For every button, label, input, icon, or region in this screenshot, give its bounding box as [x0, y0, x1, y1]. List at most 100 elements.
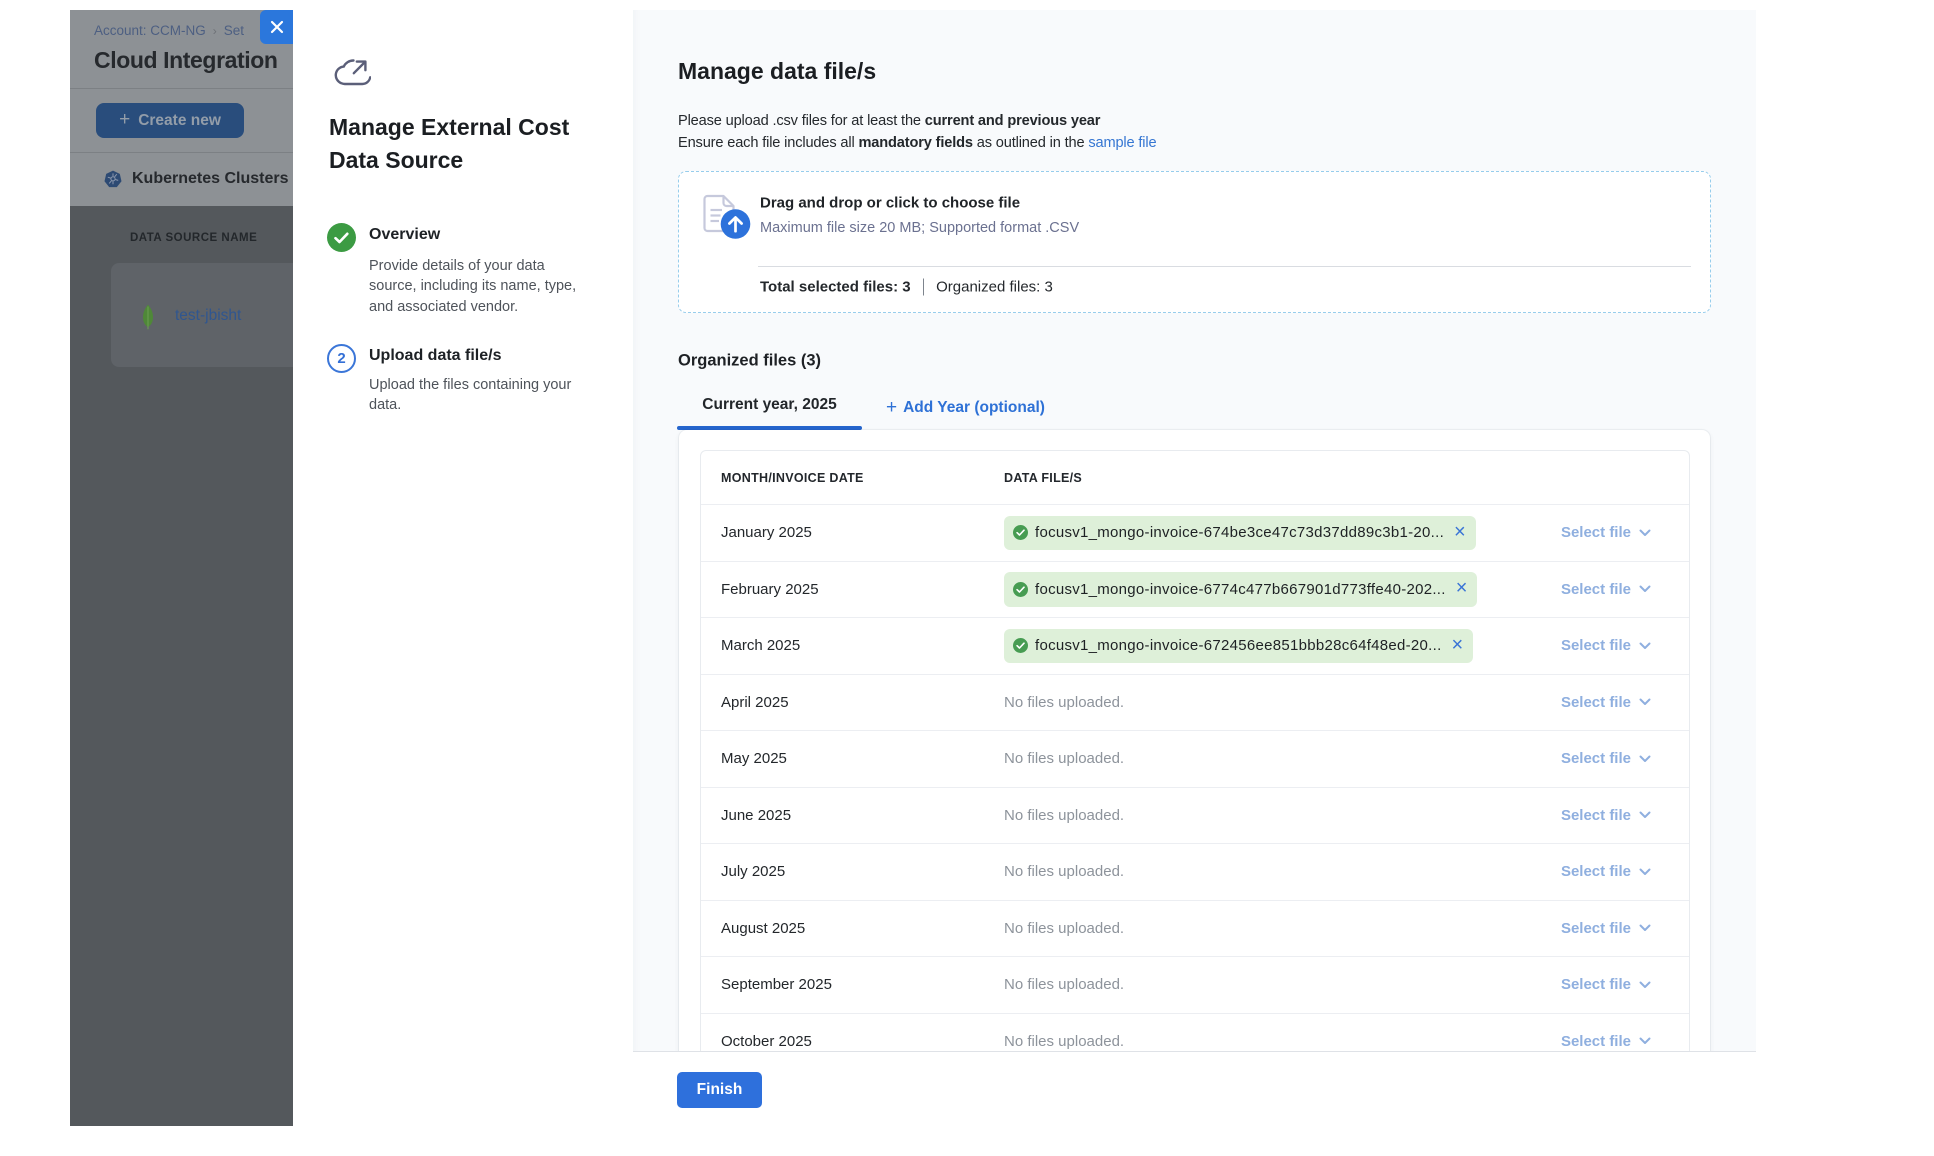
- data-source-name-column-header: DATA SOURCE NAME: [130, 232, 257, 244]
- table-row: January 2025 focusv1_mongo-invoice-674be…: [701, 504, 1689, 561]
- dropzone-subtitle: Maximum file size 20 MB; Supported forma…: [760, 220, 1079, 236]
- file-cell: No files uploaded.: [1004, 694, 1518, 711]
- plus-icon: +: [886, 397, 897, 418]
- chevron-down-icon: [1639, 698, 1651, 706]
- no-files-text: No files uploaded.: [1004, 750, 1124, 767]
- check-circle-icon: [1013, 582, 1028, 597]
- select-file-label: Select file: [1561, 920, 1631, 937]
- file-cell: No files uploaded.: [1004, 1033, 1518, 1050]
- create-new-button[interactable]: + Create new: [96, 103, 244, 138]
- step-number-badge: 2: [327, 344, 356, 373]
- chevron-down-icon: [1639, 755, 1651, 763]
- cloud-export-icon: [329, 57, 371, 91]
- select-file-dropdown[interactable]: Select file: [1518, 637, 1651, 654]
- remove-file-icon[interactable]: ×: [1456, 578, 1468, 598]
- breadcrumb-account-link[interactable]: Account: CCM-NG: [94, 23, 206, 38]
- select-file-dropdown[interactable]: Select file: [1518, 920, 1651, 937]
- organized-files-card: MONTH/INVOICE DATE DATA FILE/S January 2…: [679, 430, 1710, 1070]
- month-cell: January 2025: [721, 524, 1004, 541]
- file-name: focusv1_mongo-invoice-674be3ce47c73d37dd…: [1035, 524, 1444, 541]
- select-file-dropdown[interactable]: Select file: [1518, 750, 1651, 767]
- table-row: February 2025 focusv1_mongo-invoice-6774…: [701, 561, 1689, 618]
- chevron-down-icon: [1639, 1037, 1651, 1045]
- select-file-label: Select file: [1561, 807, 1631, 824]
- upload-instructions: Please upload .csv files for at least th…: [678, 111, 1156, 154]
- chevron-down-icon: [1639, 529, 1651, 537]
- chevron-down-icon: [1639, 585, 1651, 593]
- month-cell: April 2025: [721, 694, 1004, 711]
- no-files-text: No files uploaded.: [1004, 976, 1124, 993]
- drawer-footer: Finish: [633, 1051, 1756, 1126]
- drawer-title: Manage External Cost Data Source: [329, 111, 589, 177]
- organized-files-count: Organized files: 3: [936, 279, 1053, 296]
- mongodb-icon: [141, 303, 155, 331]
- upload-file-icon: [699, 190, 763, 254]
- select-file-label: Select file: [1561, 750, 1631, 767]
- finish-button[interactable]: Finish: [677, 1072, 762, 1108]
- select-file-dropdown[interactable]: Select file: [1518, 1033, 1651, 1050]
- add-year-button[interactable]: +Add Year (optional): [886, 390, 1045, 430]
- file-cell: No files uploaded.: [1004, 863, 1518, 880]
- no-files-text: No files uploaded.: [1004, 694, 1124, 711]
- drawer-close-button[interactable]: [260, 10, 293, 44]
- remove-file-icon[interactable]: ×: [1452, 635, 1464, 655]
- select-file-dropdown[interactable]: Select file: [1518, 524, 1651, 541]
- month-cell: May 2025: [721, 750, 1004, 767]
- chevron-down-icon: [1639, 868, 1651, 876]
- select-file-dropdown[interactable]: Select file: [1518, 581, 1651, 598]
- manage-external-cost-drawer: Manage External Cost Data Source Overvie…: [293, 10, 1756, 1126]
- page-title: Cloud Integration: [94, 47, 278, 74]
- table-row: May 2025 No files uploaded. Select file: [701, 730, 1689, 787]
- file-name: focusv1_mongo-invoice-672456ee851bbb28c6…: [1035, 637, 1442, 654]
- file-dropzone[interactable]: Drag and drop or click to choose file Ma…: [678, 171, 1711, 313]
- step-upload-description: Upload the files containing your data.: [369, 375, 587, 416]
- file-cell: No files uploaded.: [1004, 920, 1518, 937]
- instructions-line-1: Please upload .csv files for at least th…: [678, 111, 1156, 133]
- kubernetes-clusters-tab[interactable]: Kubernetes Clusters: [104, 152, 289, 206]
- chevron-down-icon: [1639, 642, 1651, 650]
- table-row: August 2025 No files uploaded. Select fi…: [701, 900, 1689, 957]
- file-cell: No files uploaded.: [1004, 976, 1518, 993]
- month-column-header: MONTH/INVOICE DATE: [721, 471, 1004, 485]
- data-source-name-link[interactable]: test-jbisht: [175, 307, 241, 325]
- step-overview-description: Provide details of your data source, inc…: [369, 256, 587, 317]
- month-cell: June 2025: [721, 807, 1004, 824]
- chevron-down-icon: [1639, 924, 1651, 932]
- breadcrumb-section-link[interactable]: Set: [224, 23, 244, 38]
- table-row: April 2025 No files uploaded. Select fil…: [701, 674, 1689, 731]
- kubernetes-clusters-label: Kubernetes Clusters: [132, 170, 289, 188]
- uploaded-file-chip: focusv1_mongo-invoice-672456ee851bbb28c6…: [1004, 629, 1473, 664]
- plus-icon: +: [119, 109, 130, 131]
- year-tabs: Current year, 2025 +Add Year (optional): [677, 390, 1045, 430]
- sample-file-link[interactable]: sample file: [1088, 135, 1156, 151]
- dropzone-file-counts: Total selected files: 3 Organized files:…: [760, 279, 1053, 296]
- instructions-line-2: Ensure each file includes all mandatory …: [678, 133, 1156, 155]
- select-file-dropdown[interactable]: Select file: [1518, 863, 1651, 880]
- select-file-dropdown[interactable]: Select file: [1518, 807, 1651, 824]
- manage-data-files-title: Manage data file/s: [678, 57, 876, 85]
- divider: [70, 88, 293, 89]
- uploaded-file-chip: focusv1_mongo-invoice-674be3ce47c73d37dd…: [1004, 516, 1476, 551]
- no-files-text: No files uploaded.: [1004, 863, 1124, 880]
- select-file-dropdown[interactable]: Select file: [1518, 694, 1651, 711]
- chevron-down-icon: [1639, 811, 1651, 819]
- active-tab-underline: [677, 426, 862, 430]
- total-selected-files: Total selected files: 3: [760, 279, 911, 296]
- breadcrumb: Account: CCM-NG›Set: [94, 23, 244, 38]
- remove-file-icon[interactable]: ×: [1454, 522, 1466, 542]
- month-cell: July 2025: [721, 863, 1004, 880]
- wizard-panel: Manage External Cost Data Source Overvie…: [293, 10, 633, 1126]
- close-icon: [270, 20, 284, 34]
- table-row: March 2025 focusv1_mongo-invoice-672456e…: [701, 617, 1689, 674]
- select-file-dropdown[interactable]: Select file: [1518, 976, 1651, 993]
- file-cell: No files uploaded.: [1004, 807, 1518, 824]
- select-file-label: Select file: [1561, 1033, 1631, 1050]
- monthly-files-table: MONTH/INVOICE DATE DATA FILE/S January 2…: [700, 450, 1690, 1070]
- organized-files-heading: Organized files (3): [678, 352, 821, 371]
- file-cell: No files uploaded.: [1004, 750, 1518, 767]
- no-files-text: No files uploaded.: [1004, 807, 1124, 824]
- table-row: June 2025 No files uploaded. Select file: [701, 787, 1689, 844]
- month-cell: October 2025: [721, 1033, 1004, 1050]
- tab-current-year[interactable]: Current year, 2025: [677, 390, 862, 430]
- breadcrumb-separator-icon: ›: [206, 24, 224, 38]
